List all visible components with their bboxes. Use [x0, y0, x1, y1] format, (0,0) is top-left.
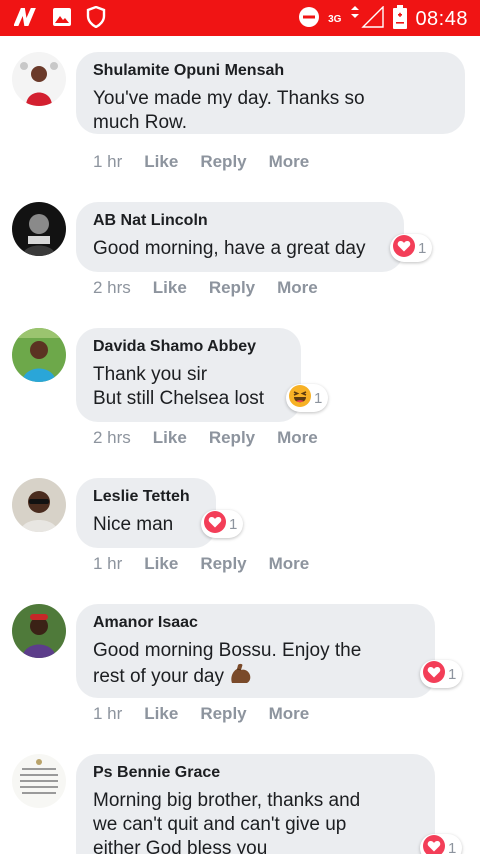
reaction-badge[interactable]: 1 — [390, 234, 433, 262]
reply-button[interactable]: Reply — [209, 278, 255, 298]
do-not-disturb-icon — [298, 6, 320, 33]
battery-icon — [393, 5, 408, 34]
comment-text-body: Good morning Bossu. Enjoy the rest of yo… — [93, 640, 362, 687]
comment-text: Thank you sir But still Chelsea lost — [93, 364, 265, 409]
comment-text: Nice man — [93, 514, 174, 535]
avatar[interactable] — [12, 202, 66, 256]
shield-icon — [86, 5, 106, 33]
gallery-icon — [52, 7, 72, 32]
like-button[interactable]: Like — [144, 704, 178, 724]
reaction-badge[interactable]: 1 — [286, 384, 329, 412]
haha-icon — [289, 384, 311, 412]
love-icon — [204, 510, 226, 538]
more-button[interactable]: More — [269, 554, 310, 574]
comment-time: 1 hr — [93, 152, 123, 171]
reaction-count: 1 — [448, 839, 457, 854]
network-type: 3G — [328, 14, 342, 25]
reaction-count: 1 — [314, 389, 323, 407]
comment-actions: 1 hr Like Reply More — [93, 704, 331, 724]
reaction-count: 1 — [418, 239, 427, 257]
comment-actions: 1 hr Like Reply More — [93, 554, 331, 574]
comment-actions: 1 hr Like Reply More — [93, 152, 331, 172]
love-icon — [423, 834, 445, 854]
like-button[interactable]: Like — [153, 428, 187, 448]
like-button[interactable]: Like — [144, 554, 178, 574]
comment-author[interactable]: Shulamite Opuni Mensah — [93, 61, 447, 81]
comment-bubble[interactable]: Amanor Isaac Good morning Bossu. Enjoy t… — [76, 604, 435, 698]
clock: 08:48 — [415, 8, 468, 30]
reaction-count: 1 — [229, 515, 238, 533]
comment-text: Good morning, have a great day — [93, 238, 366, 259]
more-button[interactable]: More — [269, 704, 310, 724]
comment-time: 2 hrs — [93, 428, 131, 447]
reply-button[interactable]: Reply — [200, 554, 246, 574]
comment-text: Morning big brother, thanks and we can't… — [93, 790, 361, 854]
comment-actions: 2 hrs Like Reply More — [93, 278, 340, 298]
reaction-badge[interactable]: 1 — [420, 834, 463, 854]
comment-bubble[interactable]: Ps Bennie Grace Morning big brother, tha… — [76, 754, 435, 854]
comment-author[interactable]: Ps Bennie Grace — [93, 763, 417, 783]
comment-author[interactable]: Leslie Tetteh — [93, 487, 198, 507]
comment-text: You've made my day. Thanks so much Row. — [93, 88, 365, 133]
avatar[interactable] — [12, 52, 66, 106]
reply-button[interactable]: Reply — [209, 428, 255, 448]
app-n-icon — [13, 7, 38, 32]
comment-bubble[interactable]: Leslie Tetteh Nice man — [76, 478, 216, 548]
comment-bubble[interactable]: AB Nat Lincoln Good morning, have a grea… — [76, 202, 404, 272]
more-button[interactable]: More — [269, 152, 310, 172]
avatar[interactable] — [12, 478, 66, 532]
comment-time: 1 hr — [93, 704, 123, 723]
reaction-count: 1 — [448, 665, 457, 683]
signal-icon — [349, 5, 385, 33]
comment-list: Shulamite Opuni Mensah You've made my da… — [0, 36, 480, 854]
comment-author[interactable]: Amanor Isaac — [93, 613, 417, 633]
avatar[interactable] — [12, 604, 66, 658]
love-icon — [423, 660, 445, 688]
like-button[interactable]: Like — [144, 152, 178, 172]
comment-time: 2 hrs — [93, 278, 131, 297]
like-button[interactable]: Like — [153, 278, 187, 298]
avatar[interactable] — [12, 328, 66, 382]
more-button[interactable]: More — [277, 278, 318, 298]
comment-bubble[interactable]: Davida Shamo Abbey Thank you sir But sti… — [76, 328, 301, 422]
comment-author[interactable]: AB Nat Lincoln — [93, 211, 386, 231]
more-button[interactable]: More — [277, 428, 318, 448]
comment-text: Good morning Bossu. Enjoy the rest of yo… — [93, 639, 417, 692]
love-icon — [393, 234, 415, 262]
reply-button[interactable]: Reply — [200, 704, 246, 724]
comment-author[interactable]: Davida Shamo Abbey — [93, 337, 283, 357]
flexed-biceps-icon — [229, 663, 253, 692]
reaction-badge[interactable]: 1 — [420, 660, 463, 688]
reaction-badge[interactable]: 1 — [201, 510, 244, 538]
comment-actions: 2 hrs Like Reply More — [93, 428, 340, 448]
avatar[interactable] — [12, 754, 66, 808]
comment-bubble[interactable]: Shulamite Opuni Mensah You've made my da… — [76, 52, 465, 134]
reply-button[interactable]: Reply — [200, 152, 246, 172]
status-bar: 3G 08:48 — [0, 0, 480, 36]
comment-time: 1 hr — [93, 554, 123, 573]
